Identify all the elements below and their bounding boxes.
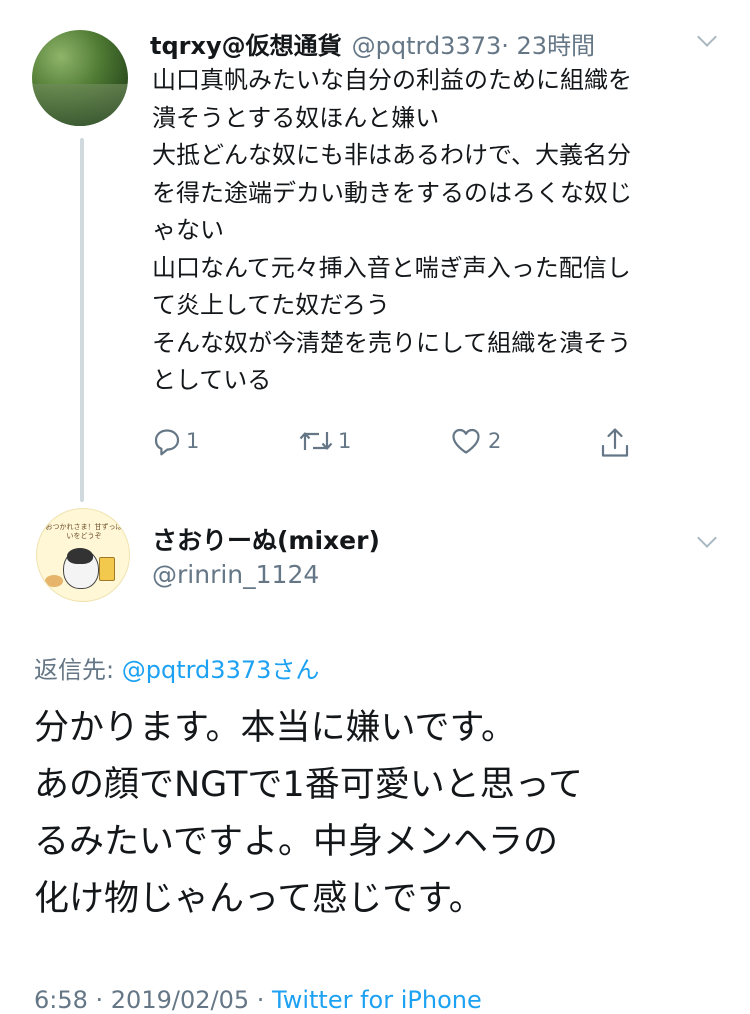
reply-mention-link[interactable]: @pqtrd3373さん	[122, 656, 320, 684]
chevron-down-icon[interactable]	[697, 528, 717, 548]
reply-button[interactable]: 1	[152, 426, 199, 456]
display-name[interactable]: tqrxy@仮想通貨	[150, 26, 342, 61]
avatar[interactable]	[32, 30, 128, 126]
avatar-caption: おつかれさま！甘ずっぱいをどうぞ	[45, 523, 123, 540]
tweet-line: としている	[152, 366, 272, 394]
reply-icon	[154, 429, 180, 456]
like-button[interactable]: 2	[450, 426, 501, 456]
tweet-line: るみたいですよ。中身メンヘラの	[34, 822, 558, 862]
chevron-down-icon[interactable]	[697, 27, 717, 47]
avatar[interactable]: おつかれさま！甘ずっぱいをどうぞ	[36, 508, 130, 602]
reply-to-label: 返信先:	[34, 656, 115, 684]
tweet-line: そんな奴が今清楚を売りにして組織を潰そう	[152, 328, 632, 357]
tweet-actions: 1 1 2	[0, 426, 750, 462]
user-handle[interactable]: @pqtrd3373· 23時間	[352, 26, 595, 61]
like-icon	[452, 428, 480, 454]
bun-illustration	[45, 575, 63, 587]
user-handle[interactable]: @rinrin_1124	[152, 560, 319, 589]
tweet-line: を得た途端デカい動きをするのはろくな奴じ	[152, 178, 632, 207]
display-name[interactable]: さおりーぬ(mixer)	[152, 521, 380, 557]
reply-count: 1	[186, 429, 200, 453]
tweet-line: 山口真帆みたいな自分の利益のために組織を	[152, 66, 632, 94]
retweet-button[interactable]: 1	[298, 426, 351, 456]
retweet-icon	[299, 432, 333, 450]
tweet-line: あの顔でNGTで1番可愛いと思って	[34, 765, 583, 805]
share-button[interactable]	[599, 426, 631, 460]
cup-illustration	[99, 557, 115, 581]
tweet-line: ゃない	[152, 216, 224, 244]
penguin-illustration	[63, 548, 99, 589]
tweet-line: て炎上してた奴だろう	[152, 291, 390, 319]
reply-context: 返信先: @pqtrd3373さん	[34, 650, 319, 685]
tweet-line: 分かります。本当に嫌いです。	[34, 708, 516, 748]
tweet-header: tqrxy@仮想通貨 @pqtrd3373· 23時間	[150, 26, 595, 60]
tweet-text: 分かります。本当に嫌いです。 あの顔でNGTで1番可愛いと思って るみたいですよ…	[34, 700, 734, 928]
tweet-text: 山口真帆みたいな自分の利益のために組織を 潰そうとする奴ほんと嫌い 大抵どんな奴…	[152, 62, 732, 400]
like-count: 2	[488, 429, 502, 453]
share-icon	[601, 428, 629, 457]
tweet-time: · 23時間	[501, 32, 596, 60]
tweet-line: 山口なんて元々挿入音と喘ぎ声入った配信し	[152, 253, 631, 282]
tweet-line: 大抵どんな奴にも非はあるわけで、大義名分	[152, 141, 632, 169]
tweet-line: 潰そうとする奴ほんと嫌い	[152, 103, 440, 132]
retweet-count: 1	[338, 429, 352, 453]
tweet-line: 化け物じゃんって感じです。	[34, 879, 484, 919]
